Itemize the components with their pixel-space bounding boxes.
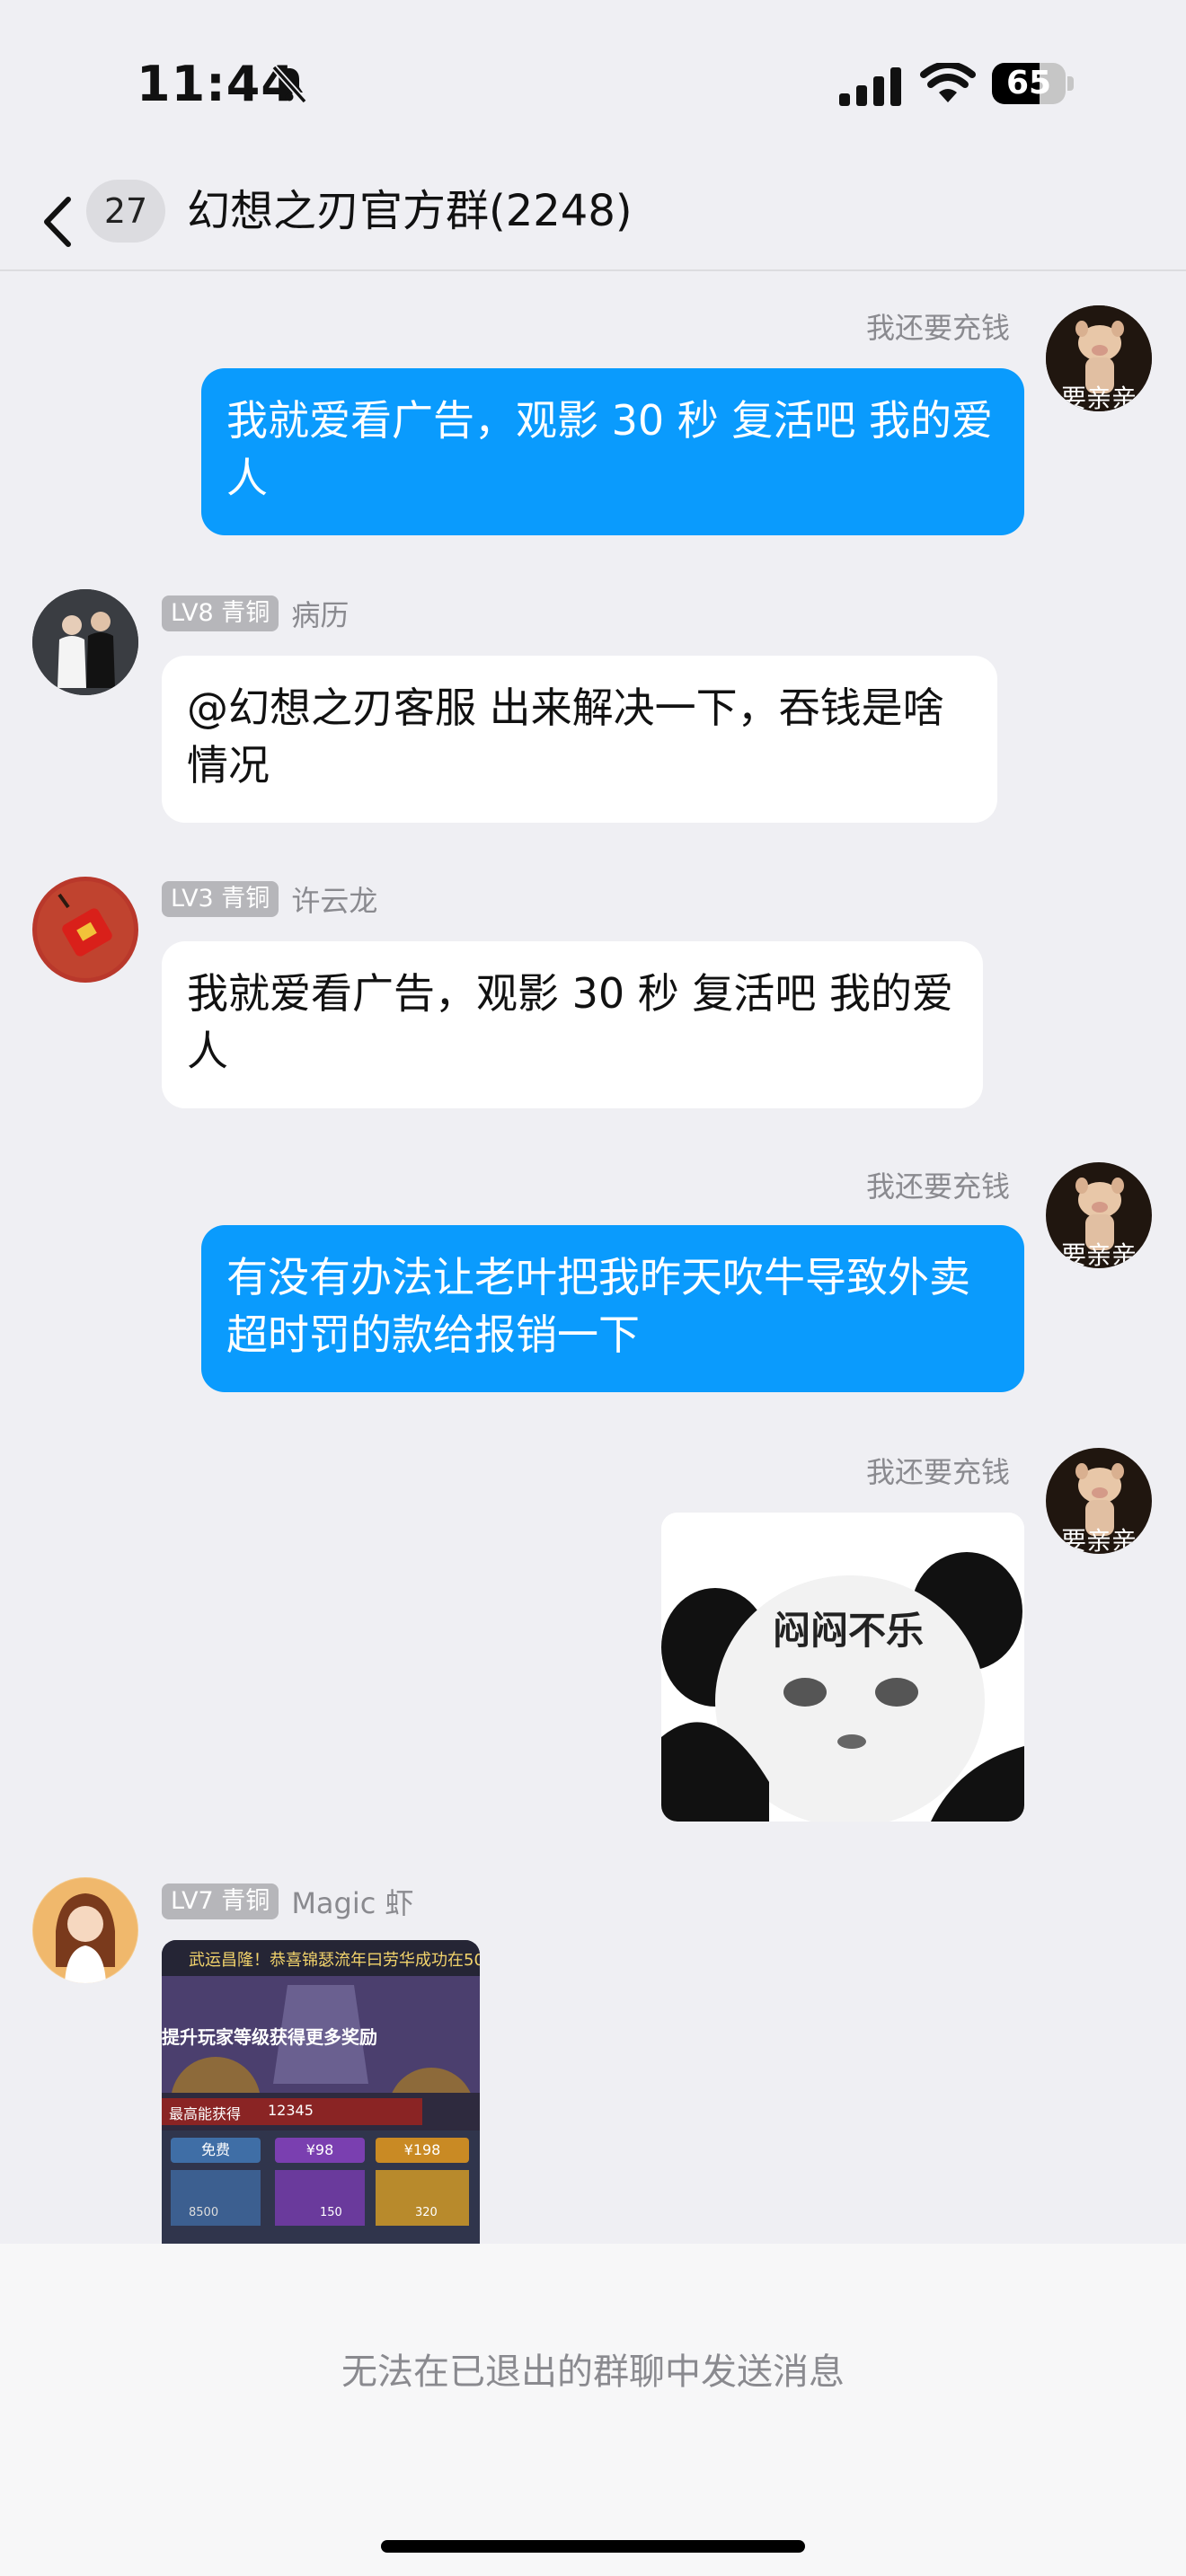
status-bar: 11:44 65 (0, 0, 1186, 171)
avatar-caption: 要亲亲 (1060, 384, 1137, 411)
sender-name: 病历 (291, 598, 350, 632)
firecracker-avatar-icon (32, 877, 138, 983)
level-badge: LV3 青铜 (162, 881, 279, 917)
sender-info: LV8 青铜 病历 (162, 593, 349, 634)
bell-slash-icon (271, 65, 307, 104)
sender-name: 我还要充钱 (865, 1169, 1010, 1204)
image-banner-text: 武运昌隆！恭喜锦瑟流年曰劳华成功在50.苦痛大厅 (189, 1951, 480, 1970)
sender-name: Magic 虾 (291, 1886, 414, 1920)
image-max-value: 12345 (268, 2102, 314, 2119)
avatar-caption: 要亲亲 (1060, 1526, 1137, 1554)
game-scene-icon (162, 1976, 480, 2156)
cannot-send-notice: 无法在已退出的群聊中发送消息 (341, 2351, 845, 2393)
panda-sticker-icon (661, 1513, 1024, 1822)
couple-photo-avatar-icon (32, 589, 138, 695)
row-value: 150 (320, 2206, 342, 2219)
tier-98: ¥98 (275, 2138, 365, 2163)
tier-198: ¥198 (376, 2138, 469, 2163)
image-max-label: 最高能获得 (169, 2105, 242, 2122)
image-heading: 提升玩家等级获得更多奖励 (162, 2026, 377, 2048)
input-disabled-footer: 无法在已退出的群聊中发送消息 (0, 2244, 1186, 2576)
row-value: 8500 (189, 2206, 219, 2219)
message-bubble[interactable]: 我就爱看广告，观影 30 秒 复活吧 我的爱人 (162, 941, 983, 1108)
sender-name: 我还要充钱 (865, 311, 1010, 345)
sender-name: 许云龙 (291, 884, 378, 918)
avatar[interactable] (32, 589, 138, 695)
battery-icon: 65 (992, 63, 1075, 106)
battery-percent: 65 (1005, 65, 1052, 101)
home-indicator[interactable] (381, 2540, 805, 2553)
tier-free: 免费 (171, 2138, 261, 2163)
sender-name: 我还要充钱 (865, 1455, 1010, 1489)
angel-girl-avatar-icon (32, 1877, 138, 1983)
sticker-message[interactable]: 闷闷不乐 (661, 1513, 1024, 1822)
avatar[interactable]: 要亲亲 (1046, 1448, 1152, 1554)
wifi-icon (920, 63, 976, 102)
avatar[interactable]: 要亲亲 (1046, 305, 1152, 411)
unread-count-badge[interactable]: 27 (86, 180, 165, 243)
group-title[interactable]: 幻想之刃官方群(2248) (187, 180, 633, 243)
sender-info: LV3 青铜 许云龙 (162, 878, 377, 920)
image-message[interactable]: 武运昌隆！恭喜锦瑟流年曰劳华成功在50.苦痛大厅 提升玩家等级获得更多奖励 最高… (162, 1940, 480, 2244)
avatar[interactable] (32, 1877, 138, 1983)
message-bubble[interactable]: @幻想之刃客服 出来解决一下，吞钱是啥情况 (162, 656, 997, 823)
cellular-signal-icon (839, 67, 901, 106)
back-chevron-icon[interactable] (36, 181, 81, 262)
sender-info: LV7 青铜 Magic 虾 (162, 1881, 414, 1922)
avatar[interactable] (32, 877, 138, 983)
message-bubble[interactable]: 有没有办法让老叶把我昨天吹牛导致外卖超时罚的款给报销一下 (201, 1225, 1024, 1392)
sticker-caption: 闷闷不乐 (773, 1609, 925, 1653)
level-badge: LV7 青铜 (162, 1883, 279, 1919)
row-value: 320 (415, 2206, 438, 2219)
message-bubble[interactable]: 我就爱看广告，观影 30 秒 复活吧 我的爱人 (201, 368, 1024, 535)
level-badge: LV8 青铜 (162, 595, 279, 631)
avatar-caption: 要亲亲 (1060, 1240, 1137, 1268)
avatar[interactable]: 要亲亲 (1046, 1162, 1152, 1268)
